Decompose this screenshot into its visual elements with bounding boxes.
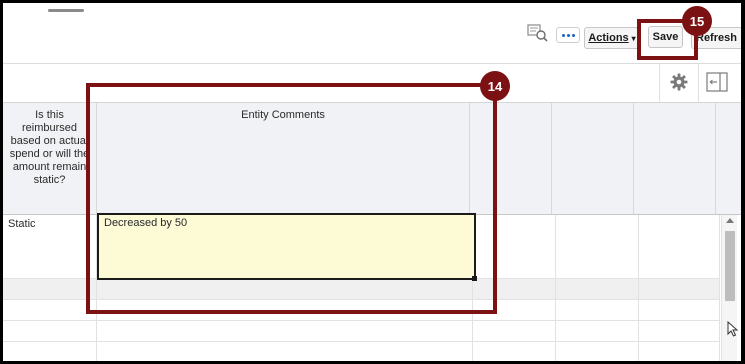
table-cell[interactable] [639, 300, 720, 321]
actions-label: Actions [588, 32, 629, 44]
table-cell[interactable] [556, 342, 639, 361]
column-header[interactable] [552, 103, 634, 215]
inspect-icon[interactable] [527, 23, 549, 43]
table-cell[interactable] [3, 279, 97, 300]
table-cell[interactable] [639, 321, 720, 342]
table-cell[interactable] [556, 215, 639, 279]
table-cell[interactable] [639, 215, 720, 279]
table-cell[interactable] [3, 321, 97, 342]
table-row [3, 342, 720, 361]
panel-toggle-icon[interactable] [706, 72, 728, 92]
actions-button[interactable]: Actions ▾ [584, 27, 640, 49]
more-icon[interactable] [556, 27, 580, 43]
table-cell[interactable] [473, 321, 556, 342]
table-cell[interactable] [3, 342, 97, 361]
gear-icon[interactable] [670, 73, 688, 91]
table-row [3, 321, 720, 342]
step-badge: 14 [480, 71, 510, 101]
column-header-label: Is this reimbursed based on actual spend… [9, 109, 90, 186]
table-cell[interactable] [97, 342, 473, 361]
scroll-up-icon[interactable] [726, 218, 734, 223]
grabber-icon[interactable] [48, 9, 84, 12]
table-cell[interactable] [639, 279, 720, 300]
step-badge: 15 [682, 6, 712, 36]
table-cell[interactable] [473, 342, 556, 361]
table-cell[interactable] [3, 300, 97, 321]
app-frame: Actions ▾ Save Refresh Is this reimburse… [3, 3, 741, 361]
column-header-reimbursed[interactable]: Is this reimbursed based on actual spend… [3, 103, 97, 215]
vertical-scrollbar[interactable] [721, 215, 737, 361]
callout-highlight-entity-comments [86, 83, 497, 314]
chevron-down-icon: ▾ [631, 33, 636, 43]
table-cell[interactable] [97, 321, 473, 342]
top-bar: Actions ▾ Save Refresh [3, 3, 741, 63]
table-cell[interactable] [639, 342, 720, 361]
table-cell[interactable] [556, 279, 639, 300]
divider [698, 64, 699, 102]
column-header[interactable] [634, 103, 716, 215]
scrollbar-thumb[interactable] [725, 231, 735, 301]
table-cell[interactable] [556, 300, 639, 321]
table-cell[interactable] [556, 321, 639, 342]
cursor-icon [727, 321, 739, 337]
divider [659, 64, 660, 102]
cell-value: Static [8, 218, 36, 230]
table-cell[interactable]: Static [3, 215, 97, 279]
column-header [716, 103, 741, 215]
